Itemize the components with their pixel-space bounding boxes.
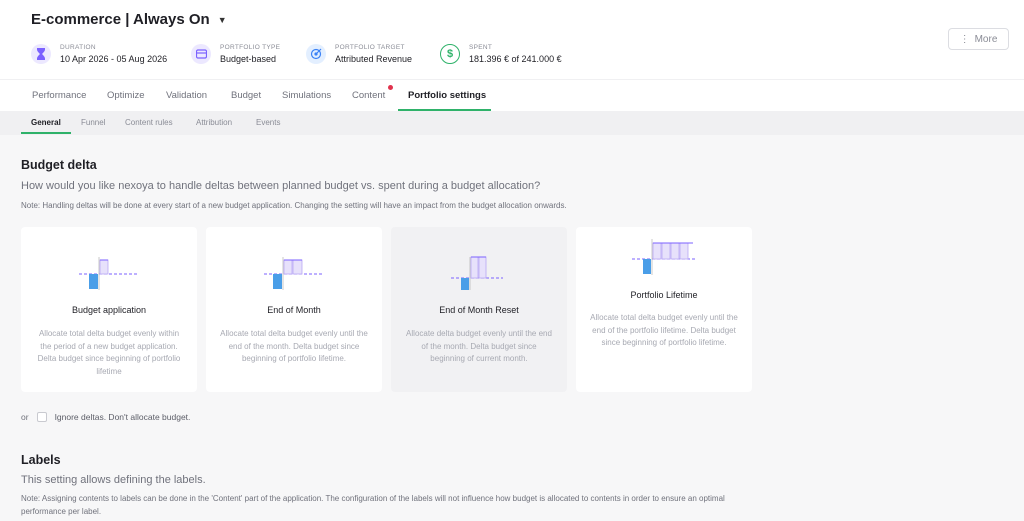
- end-of-month-illustration: [264, 257, 324, 290]
- option-title: End of Month: [267, 305, 321, 315]
- dollar-icon: $: [440, 44, 460, 64]
- ignore-deltas-row: or Ignore deltas. Don't allocate budget.: [21, 412, 190, 422]
- portfolio-title-dropdown[interactable]: E-commerce | Always On ▼: [31, 11, 227, 28]
- labels-heading: Labels: [21, 453, 61, 467]
- meta-spent: $ SPENT 181.396 € of 241.000 €: [440, 44, 562, 64]
- option-title: Budget application: [71, 305, 147, 315]
- wallet-icon: [191, 44, 211, 64]
- option-description: Allocate total delta budget evenly until…: [220, 329, 368, 363]
- option-title: Portfolio Lifetime: [630, 290, 698, 300]
- notification-dot: [388, 85, 393, 90]
- meta-key: SPENT: [469, 44, 493, 51]
- more-button-label: More: [974, 33, 998, 45]
- caret-down-icon: ▼: [217, 14, 227, 25]
- tab-simulations[interactable]: Simulations: [282, 80, 331, 112]
- end-of-month-reset-illustration: [451, 256, 503, 290]
- meta-value: 181.396 € of 241.000 €: [469, 54, 562, 64]
- page-title: E-commerce | Always On: [31, 11, 210, 28]
- subtab-funnel[interactable]: Funnel: [81, 111, 105, 135]
- tab-budget[interactable]: Budget: [231, 80, 261, 112]
- portfolio-header: E-commerce | Always On ▼ ⋮ More DURATION…: [0, 0, 1024, 79]
- subtab-events[interactable]: Events: [256, 111, 280, 135]
- tab-optimize[interactable]: Optimize: [107, 80, 144, 112]
- option-card-budget-application[interactable]: Budget application Allocate total delta …: [21, 227, 197, 392]
- target-icon: [306, 44, 326, 64]
- meta-portfolio-type: PORTFOLIO TYPE Budget-based: [191, 44, 280, 64]
- budget-delta-note: Note: Handling deltas will be done at ev…: [21, 201, 567, 210]
- option-description: Allocate delta budget evenly until the e…: [406, 329, 552, 363]
- subtab-content-rules[interactable]: Content rules: [125, 111, 173, 135]
- subtab-attribution[interactable]: Attribution: [196, 111, 232, 135]
- meta-key: PORTFOLIO TYPE: [220, 44, 281, 51]
- budget-delta-lead: How would you like nexoya to handle delt…: [21, 180, 541, 192]
- budget-application-illustration: [79, 257, 139, 290]
- tab-validation[interactable]: Validation: [166, 80, 207, 112]
- tab-portfolio-settings[interactable]: Portfolio settings: [408, 80, 486, 112]
- or-label: or: [21, 412, 29, 422]
- option-description: Allocate total delta budget evenly until…: [590, 313, 738, 347]
- tab-content[interactable]: Content: [352, 80, 385, 112]
- ignore-deltas-checkbox[interactable]: [36, 412, 47, 422]
- active-subtab-indicator: [21, 132, 71, 134]
- more-button[interactable]: ⋮ More: [948, 28, 1009, 50]
- labels-lead: This setting allows defining the labels.: [21, 474, 206, 486]
- meta-value: 10 Apr 2026 - 05 Aug 2026: [60, 54, 168, 64]
- option-description: Allocate total delta budget evenly withi…: [37, 329, 181, 376]
- meta-value: Attributed Revenue: [335, 54, 413, 64]
- meta-portfolio-target: PORTFOLIO TARGET Attributed Revenue: [306, 44, 412, 64]
- option-card-end-of-month-reset[interactable]: End of Month Reset Allocate delta budget…: [391, 227, 567, 392]
- option-card-end-of-month[interactable]: End of Month Allocate total delta budget…: [206, 227, 382, 392]
- ignore-deltas-label[interactable]: Ignore deltas. Don't allocate budget.: [55, 412, 191, 422]
- meta-key: DURATION: [60, 44, 96, 51]
- budget-delta-heading: Budget delta: [21, 158, 97, 172]
- tab-performance[interactable]: Performance: [32, 80, 86, 112]
- hourglass-icon: [31, 44, 51, 64]
- more-vertical-icon: ⋮: [959, 33, 970, 45]
- meta-duration: DURATION 10 Apr 2026 - 05 Aug 2026: [31, 44, 167, 64]
- option-card-portfolio-lifetime[interactable]: Portfolio Lifetime Allocate total delta …: [576, 227, 752, 392]
- meta-key: PORTFOLIO TARGET: [335, 44, 405, 51]
- meta-value: Budget-based: [220, 54, 277, 64]
- labels-note: Note: Assigning contents to labels can b…: [21, 494, 725, 516]
- main-tabs: Performance Optimize Validation Budget S…: [0, 79, 1024, 111]
- option-title: End of Month Reset: [439, 305, 519, 315]
- sub-tabs: General Funnel Content rules Attribution…: [0, 111, 1024, 135]
